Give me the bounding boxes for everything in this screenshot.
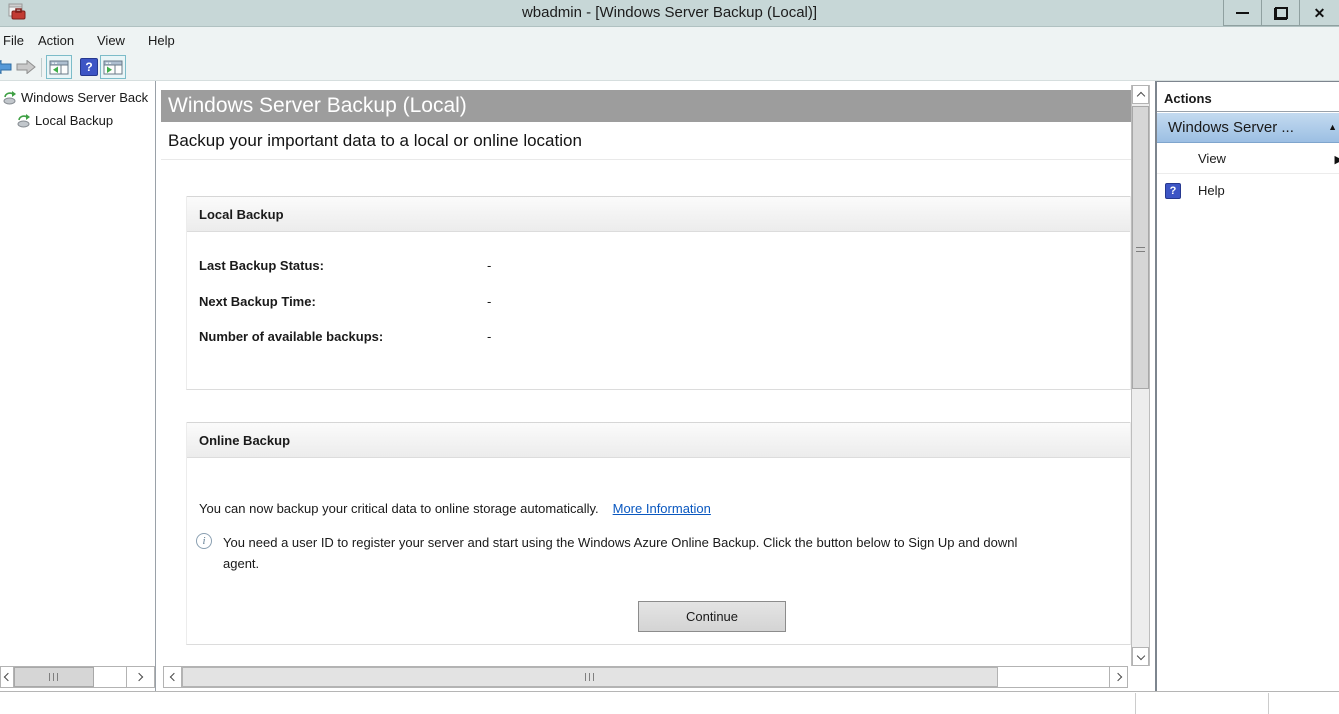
next-backup-time-label: Next Backup Time: xyxy=(199,294,316,309)
page-title: Windows Server Backup (Local) xyxy=(168,94,467,118)
forward-icon[interactable] xyxy=(16,60,36,74)
local-backup-section: Local Backup Last Backup Status: - Next … xyxy=(186,196,1131,390)
scroll-down-button[interactable] xyxy=(1132,647,1149,666)
menu-view[interactable]: View xyxy=(97,33,125,48)
scroll-right-button[interactable] xyxy=(126,667,152,687)
application-window: wbadmin - [Windows Server Backup (Local)… xyxy=(0,0,1339,714)
submenu-arrow-icon: ▶ xyxy=(1335,153,1339,166)
statusbar xyxy=(0,691,1339,714)
show-action-pane-icon xyxy=(103,60,123,75)
restore-button[interactable] xyxy=(1261,0,1299,26)
chevron-right-icon xyxy=(134,673,142,681)
scroll-up-button[interactable] xyxy=(1132,85,1149,104)
chevron-down-icon xyxy=(1136,651,1144,659)
section-title: Online Backup xyxy=(199,433,290,448)
actions-panel: Actions Windows Server ... ▲ View ▶ ? He… xyxy=(1155,81,1339,691)
chevron-left-icon xyxy=(169,673,177,681)
actions-title-text: Actions xyxy=(1164,91,1212,106)
next-backup-time-value: - xyxy=(487,294,491,309)
chevron-right-icon xyxy=(1113,673,1121,681)
menu-help[interactable]: Help xyxy=(148,33,175,48)
server-backup-icon xyxy=(2,90,17,105)
close-button[interactable]: ✕ xyxy=(1299,0,1339,26)
intro-text: You can now backup your critical data to… xyxy=(199,501,599,516)
action-item-label: Help xyxy=(1198,183,1225,198)
section-title: Local Backup xyxy=(199,207,284,222)
last-backup-status-label: Last Backup Status: xyxy=(199,258,324,273)
local-backup-section-header: Local Backup xyxy=(187,196,1130,232)
collapse-icon[interactable]: ▲ xyxy=(1328,122,1337,132)
main-pane: Windows Server Backup (Local) Backup you… xyxy=(161,81,1157,691)
actions-panel-title: Actions xyxy=(1157,85,1339,112)
scroll-right-button[interactable] xyxy=(1109,667,1127,687)
scrollbar-thumb[interactable] xyxy=(182,667,998,687)
page-subtitle: Backup your important data to a local or… xyxy=(168,131,582,151)
toolbar: ? xyxy=(0,54,1339,81)
azure-notice: You need a user ID to register your serv… xyxy=(223,532,1128,574)
action-item-view[interactable]: View ▶ xyxy=(1157,143,1339,174)
help-icon: ? xyxy=(1165,183,1181,199)
info-icon: i xyxy=(196,533,212,549)
tree-horizontal-scrollbar[interactable] xyxy=(0,666,155,688)
tree-item-windows-server-backup[interactable]: Windows Server Back xyxy=(2,88,148,107)
action-item-help[interactable]: ? Help xyxy=(1157,175,1339,206)
main-vertical-scrollbar[interactable] xyxy=(1131,85,1150,666)
scrollbar-thumb[interactable] xyxy=(1132,106,1149,389)
tree-item-label: Local Backup xyxy=(35,113,113,128)
available-backups-value: - xyxy=(487,329,491,344)
tree-item-label: Windows Server Back xyxy=(21,90,148,105)
titlebar: wbadmin - [Windows Server Backup (Local)… xyxy=(0,0,1339,27)
local-backup-icon xyxy=(16,113,31,128)
window-title: wbadmin - [Windows Server Backup (Local)… xyxy=(0,4,1339,21)
online-backup-intro: You can now backup your critical data to… xyxy=(199,501,711,516)
scroll-left-button[interactable] xyxy=(164,667,182,687)
tree-item-local-backup[interactable]: Local Backup xyxy=(16,111,113,130)
thumb-grip-icon xyxy=(1136,244,1145,252)
page-title-bar: Windows Server Backup (Local) xyxy=(161,90,1131,122)
action-group-label: Windows Server ... xyxy=(1168,119,1294,136)
console-tree-panel: Windows Server Back Local Backup xyxy=(0,81,156,691)
show-action-pane-button[interactable] xyxy=(100,55,126,79)
action-item-label: View xyxy=(1198,151,1226,166)
continue-button[interactable]: Continue xyxy=(638,601,786,632)
menu-action[interactable]: Action xyxy=(38,33,74,48)
back-icon[interactable] xyxy=(0,60,12,74)
show-console-tree-button[interactable] xyxy=(46,55,72,79)
scroll-left-button[interactable] xyxy=(1,667,14,687)
last-backup-status-value: - xyxy=(487,258,491,273)
help-icon: ? xyxy=(80,58,98,76)
menu-file[interactable]: File xyxy=(3,33,24,48)
more-information-link[interactable]: More Information xyxy=(613,501,711,516)
thumb-grip-icon xyxy=(585,673,595,681)
divider xyxy=(161,159,1131,160)
window-controls: ✕ xyxy=(1223,0,1339,26)
azure-notice-line1: You need a user ID to register your serv… xyxy=(223,532,1128,553)
chevron-up-icon xyxy=(1136,91,1144,99)
online-backup-section: Online Backup You can now backup your cr… xyxy=(186,422,1131,645)
available-backups-label: Number of available backups: xyxy=(199,329,383,344)
toolbar-help-button[interactable]: ? xyxy=(77,55,101,79)
thumb-grip-icon xyxy=(49,673,59,681)
minimize-button[interactable] xyxy=(1223,0,1261,26)
restore-icon xyxy=(1275,8,1287,19)
minimize-icon xyxy=(1236,12,1249,14)
action-group-windows-server-backup[interactable]: Windows Server ... ▲ xyxy=(1157,113,1339,143)
menubar: File Action View Help xyxy=(0,27,1339,54)
statusbar-divider xyxy=(1135,693,1136,714)
online-backup-section-header: Online Backup xyxy=(187,422,1130,458)
statusbar-divider xyxy=(1268,693,1269,714)
show-console-tree-icon xyxy=(49,60,69,75)
toolbar-separator xyxy=(41,58,42,77)
scrollbar-thumb[interactable] xyxy=(14,667,94,687)
azure-notice-line2: agent. xyxy=(223,553,1128,574)
main-horizontal-scrollbar[interactable] xyxy=(163,666,1128,688)
close-icon: ✕ xyxy=(1314,6,1326,20)
chevron-left-icon xyxy=(4,673,12,681)
